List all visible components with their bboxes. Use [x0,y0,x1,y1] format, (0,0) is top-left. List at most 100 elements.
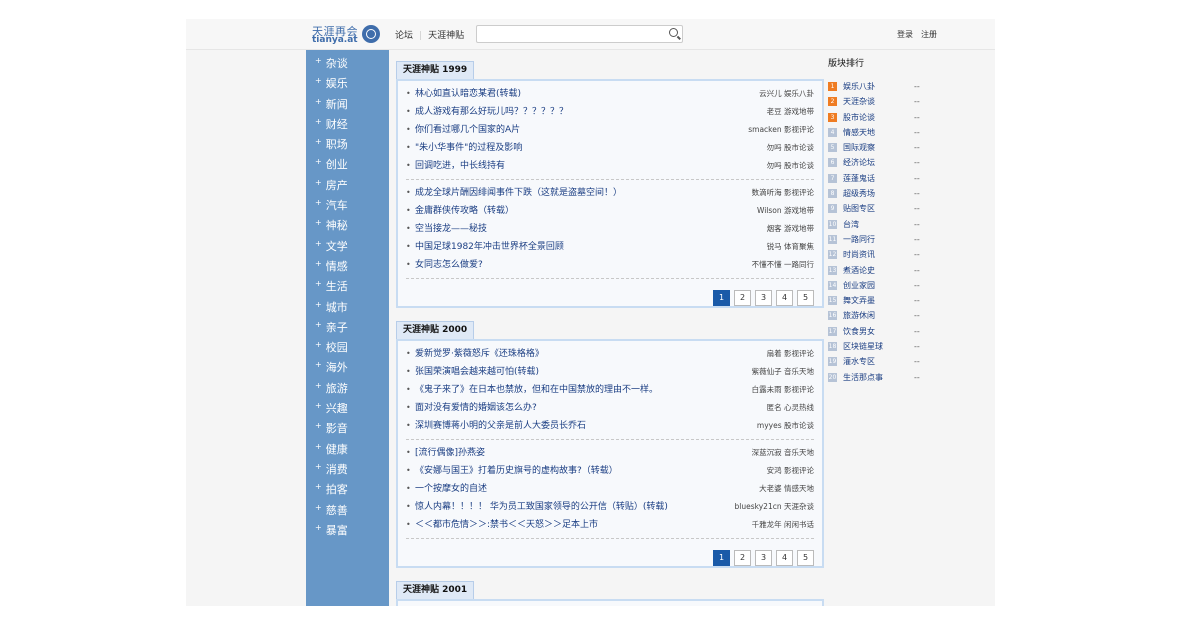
ranking-board-name[interactable]: 煮酒论史 [843,263,875,278]
ranking-board-name[interactable]: 天涯杂谈 [843,94,875,109]
sidebar-item[interactable]: + 娱乐 [306,74,389,94]
sidebar-item[interactable]: + 影音 [306,419,389,439]
page-button[interactable]: 1 [713,550,730,566]
post-meta[interactable]: 勿吗 股市论谈 [767,157,814,175]
post-meta[interactable]: 勿吗 股市论谈 [767,139,814,157]
ranking-item[interactable]: 5 国际观察 -- [828,140,944,155]
post-title-link[interactable]: 面对没有爱情的婚姻该怎么办? [415,399,537,417]
ranking-board-name[interactable]: 莲蓬鬼话 [843,171,875,186]
post-meta[interactable]: 不懂不懂 一路同行 [752,256,814,274]
ranking-item[interactable]: 8 超级秀场 -- [828,186,944,201]
ranking-item[interactable]: 9 贴图专区 -- [828,201,944,216]
post-meta[interactable]: myyes 股市论谈 [757,417,814,435]
post-title-link[interactable]: 林心如直认暗恋某君(转载) [415,85,521,103]
ranking-board-name[interactable]: 旅游休闲 [843,308,875,323]
page-button[interactable]: 1 [713,290,730,306]
sidebar-item[interactable]: + 汽车 [306,196,389,216]
sidebar-item[interactable]: + 财经 [306,115,389,135]
ranking-item[interactable]: 14 创业家园 -- [828,278,944,293]
post-title-link[interactable]: 女同志怎么做爱? [415,256,483,274]
ranking-board-name[interactable]: 饮食男女 [843,324,875,339]
sidebar-item[interactable]: + 慈善 [306,501,389,521]
ranking-item[interactable]: 16 旅游休闲 -- [828,308,944,323]
ranking-board-name[interactable]: 时尚资讯 [843,247,875,262]
post-title-link[interactable]: 深圳赛博蒋小明的父亲是前人大委员长乔石 [415,417,586,435]
post-meta[interactable]: bluesky21cn 天涯杂谈 [735,498,814,516]
ranking-board-name[interactable]: 情感天地 [843,125,875,140]
post-meta[interactable]: 紫薇仙子 音乐天地 [752,363,814,381]
ranking-board-name[interactable]: 灌水专区 [843,354,875,369]
ranking-board-name[interactable]: 生活那点事 [843,370,883,385]
post-meta[interactable]: 锐马 体育聚焦 [767,238,814,256]
ranking-board-name[interactable]: 区块链星球 [843,339,883,354]
sidebar-item[interactable]: + 拍客 [306,480,389,500]
page-button[interactable]: 3 [755,290,772,306]
post-title-link[interactable]: 苏州河的一些对白（独白）： [415,605,528,606]
post-title-link[interactable]: "朱小华事件"的过程及影响 [415,139,522,157]
sidebar-item[interactable]: + 杂谈 [306,54,389,74]
post-title-link[interactable]: 空当接龙——秘技 [415,220,487,238]
post-title-link[interactable]: 你们看过哪几个国家的A片 [415,121,520,139]
post-title-link[interactable]: 《鬼子来了》在日本也禁放，但和在中国禁放的理由不一样。 [415,381,658,399]
ranking-item[interactable]: 11 一路同行 -- [828,232,944,247]
sidebar-item[interactable]: + 健康 [306,440,389,460]
post-meta[interactable]: 云兴儿 娱乐八卦 [759,85,814,103]
ranking-item[interactable]: 17 饮食男女 -- [828,324,944,339]
post-title-link[interactable]: 成人游戏有那么好玩儿吗？？？？？？ [415,103,568,121]
post-title-link[interactable]: 张国荣演唱会越来越可怕(转载) [415,363,539,381]
post-title-link[interactable]: 爱新觉罗·紫薇怒斥《还珠格格》 [415,345,544,363]
sidebar-item[interactable]: + 创业 [306,155,389,175]
page-button[interactable]: 4 [776,290,793,306]
ranking-item[interactable]: 3 股市论谈 -- [828,110,944,125]
ranking-item[interactable]: 7 莲蓬鬼话 -- [828,171,944,186]
post-title-link[interactable]: 金庸群侠传攻略（转载） [415,202,514,220]
post-meta[interactable]: 白露未雨 影视评论 [752,381,814,399]
post-title-link[interactable]: 中国足球1982年冲击世界杯全景回顾 [415,238,564,256]
post-title-link[interactable]: [流行偶像]孙燕姿 [415,444,485,462]
search-input[interactable] [477,31,665,45]
page-button[interactable]: 5 [797,550,814,566]
sidebar-item[interactable]: + 旅游 [306,379,389,399]
page-button[interactable]: 4 [776,550,793,566]
ranking-item[interactable]: 2 天涯杂谈 -- [828,94,944,109]
nav-forum[interactable]: 论坛 [395,28,413,41]
page-button[interactable]: 2 [734,550,751,566]
post-meta[interactable]: 数滴听海 影视评论 [752,184,814,202]
post-meta[interactable]: smacken 影视评论 [748,121,814,139]
post-meta[interactable]: 大老婆 情感天地 [759,480,814,498]
sidebar-item[interactable]: + 消费 [306,460,389,480]
page-button[interactable]: 2 [734,290,751,306]
login-link[interactable]: 登录 [897,30,913,39]
sidebar-item[interactable]: + 新闻 [306,95,389,115]
search-icon[interactable] [669,28,678,37]
sidebar-item[interactable]: + 文学 [306,237,389,257]
ranking-item[interactable]: 1 娱乐八卦 -- [828,79,944,94]
post-meta[interactable]: 匿名 心灵热线 [767,399,814,417]
post-title-link[interactable]: 一个按摩女的自述 [415,480,487,498]
sidebar-item[interactable]: + 兴趣 [306,399,389,419]
ranking-board-name[interactable]: 台湾 [843,217,859,232]
sidebar-item[interactable]: + 暴富 [306,521,389,541]
post-meta[interactable]: 扇着 影视评论 [767,345,814,363]
sidebar-item[interactable]: + 亲子 [306,318,389,338]
sidebar-item[interactable]: + 生活 [306,277,389,297]
ranking-board-name[interactable]: 一路同行 [843,232,875,247]
sidebar-item[interactable]: + 城市 [306,298,389,318]
ranking-board-name[interactable]: 经济论坛 [843,155,875,170]
ranking-item[interactable]: 4 情感天地 -- [828,125,944,140]
post-title-link[interactable]: 成龙全球片酬因绯闻事件下跌（这就是盗墓空间！） [415,184,622,202]
ranking-item[interactable]: 13 煮酒论史 -- [828,263,944,278]
nav-hot-posts[interactable]: 天涯神贴 [428,28,464,41]
post-meta[interactable]: 安鸿 影视评论 [767,462,814,480]
ranking-item[interactable]: 6 经济论坛 -- [828,155,944,170]
post-title-link[interactable]: 回调吃进，中长线持有 [415,157,505,175]
sidebar-item[interactable]: + 职场 [306,135,389,155]
ranking-item[interactable]: 15 舞文弄墨 -- [828,293,944,308]
ranking-board-name[interactable]: 超级秀场 [843,186,875,201]
ranking-board-name[interactable]: 创业家园 [843,278,875,293]
ranking-item[interactable]: 20 生活那点事 -- [828,370,944,385]
sidebar-item[interactable]: + 情感 [306,257,389,277]
sidebar-item[interactable]: + 神秘 [306,216,389,236]
ranking-board-name[interactable]: 贴图专区 [843,201,875,216]
post-meta[interactable]: 孤云 天涯杂谈 [767,605,814,606]
